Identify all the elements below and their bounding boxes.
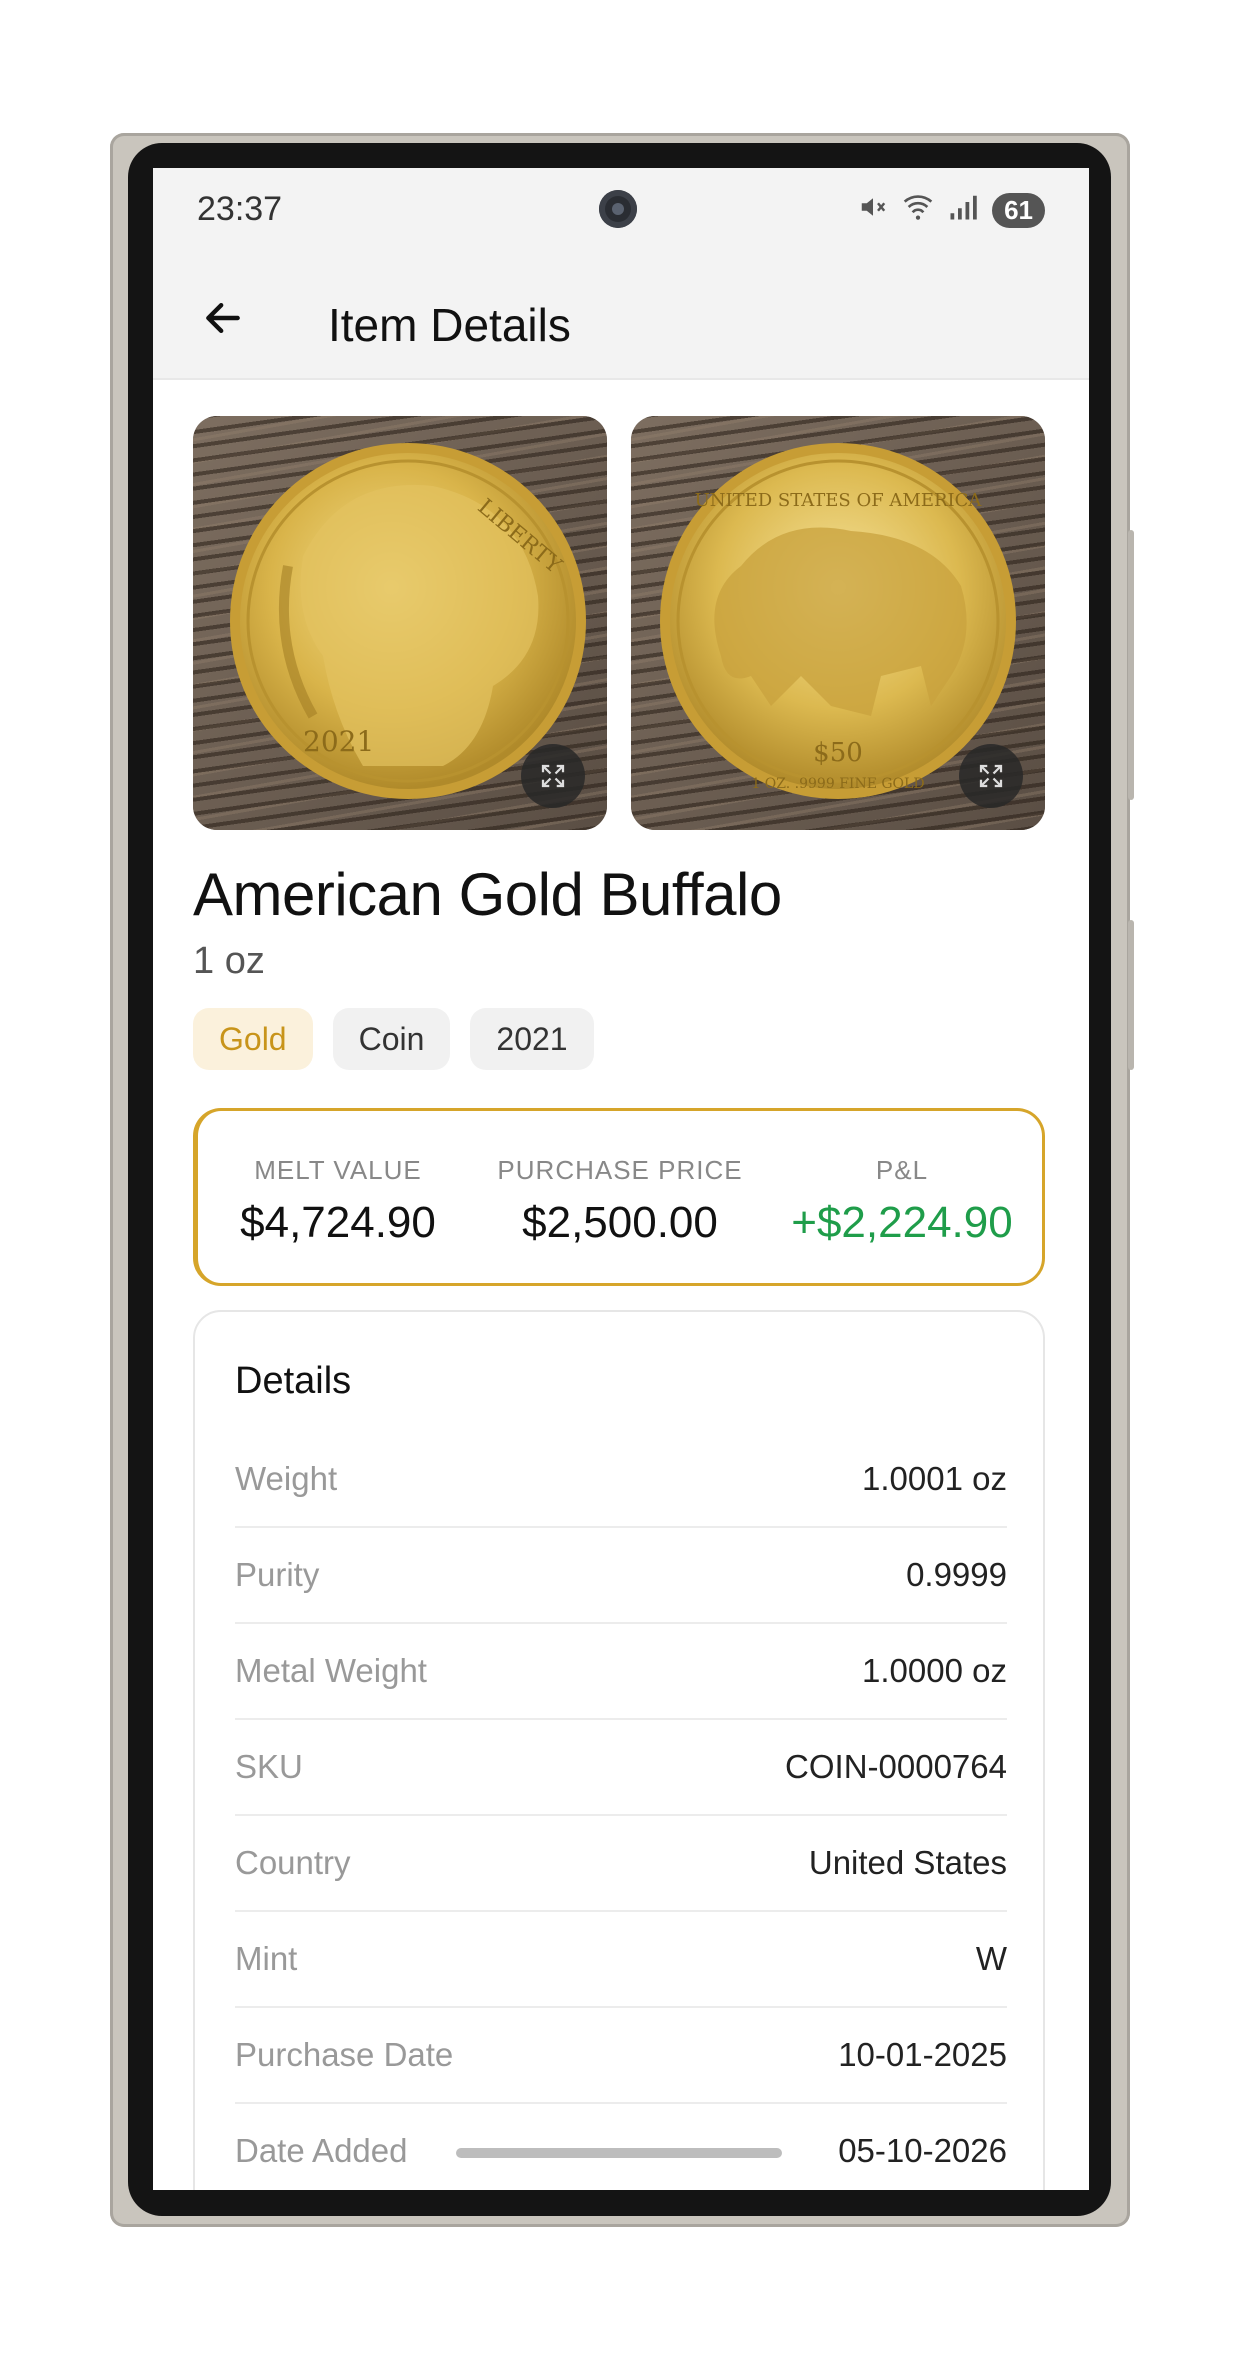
detail-key: Metal Weight — [235, 1652, 427, 1689]
expand-icon — [979, 764, 1003, 788]
detail-row-country: Country United States — [235, 1816, 1007, 1912]
pl-label: P&L — [875, 1155, 929, 1185]
detail-row-weight: Weight 1.0001 oz — [235, 1432, 1007, 1528]
detail-value: 1.0000 oz — [862, 1652, 1007, 1689]
detail-row-date-added: Date Added 05-10-2026 — [235, 2104, 1007, 2190]
detail-value: 05-10-2026 — [838, 2132, 1007, 2169]
mute-icon — [858, 192, 888, 229]
detail-value: 10-01-2025 — [838, 2036, 1007, 2073]
chip-type[interactable]: Coin — [332, 1008, 451, 1070]
photo-reverse[interactable]: UNITED STATES OF AMERICA $50 1 OZ. .9999… — [631, 416, 1045, 830]
status-bar: 23:37 61 — [153, 168, 1089, 258]
tag-chips: Gold Coin 2021 — [193, 1008, 594, 1070]
coin-year-text: 2021 — [303, 725, 374, 758]
item-name: American Gold Buffalo — [193, 861, 782, 928]
side-button-lower — [1128, 920, 1134, 1070]
side-button-upper — [1128, 530, 1134, 800]
detail-value: 1.0001 oz — [862, 1460, 1007, 1497]
detail-key: Date Added — [235, 2132, 408, 2169]
detail-value: COIN-0000764 — [785, 1748, 1007, 1785]
detail-key: Purity — [235, 1556, 320, 1593]
detail-value: 0.9999 — [906, 1556, 1007, 1593]
coin-legend-text: UNITED STATES OF AMERICA — [695, 490, 983, 511]
page-title: Item Details — [328, 299, 571, 351]
wifi-icon — [902, 193, 934, 228]
coin-inscription-text: 1 OZ. .9999 FINE GOLD — [751, 776, 924, 792]
detail-key: SKU — [235, 1748, 303, 1785]
screen: 23:37 61 Item Details LIBERTY 2021 UNITE… — [153, 168, 1089, 2190]
front-camera — [599, 190, 637, 228]
melt-value: $4,724.90 — [240, 1198, 436, 1247]
detail-row-sku: SKU COIN-0000764 — [235, 1720, 1007, 1816]
detail-row-mint: Mint W — [235, 1912, 1007, 2008]
detail-key: Country — [235, 1844, 351, 1881]
purchase-price-label: PURCHASE PRICE — [497, 1155, 743, 1185]
details-list: Weight 1.0001 oz Purity 0.9999 Metal Weigh… — [235, 1432, 1007, 2190]
home-indicator[interactable] — [456, 2148, 782, 2158]
status-time: 23:37 — [197, 190, 283, 228]
melt-value-block: MELT VALUE $4,724.90 — [198, 1155, 478, 1248]
detail-value: W — [975, 1940, 1007, 1977]
expand-icon — [541, 764, 565, 788]
expand-photo-button[interactable] — [521, 744, 585, 808]
purchase-price-block: PURCHASE PRICE $2,500.00 — [480, 1155, 760, 1248]
expand-photo-button[interactable] — [959, 744, 1023, 808]
detail-value: United States — [808, 1844, 1007, 1881]
details-card: Details Weight 1.0001 oz Purity 0.9999 Met… — [193, 1310, 1045, 2190]
detail-key: Weight — [235, 1460, 338, 1497]
coin-denomination-text: $50 — [813, 738, 863, 768]
back-arrow-icon — [206, 302, 240, 334]
back-button[interactable] — [193, 288, 253, 348]
status-icons: 61 — [858, 192, 1045, 229]
detail-key: Mint — [235, 1940, 298, 1977]
purchase-price-value: $2,500.00 — [522, 1198, 718, 1247]
detail-row-metal-weight: Metal Weight 1.0000 oz — [235, 1624, 1007, 1720]
app-bar: Item Details — [153, 258, 1089, 380]
detail-row-purchase-date: Purchase Date 10-01-2025 — [235, 2008, 1007, 2104]
value-summary-card: MELT VALUE $4,724.90 PURCHASE PRICE $2,5… — [193, 1108, 1045, 1286]
signal-icon — [948, 193, 978, 228]
chip-metal[interactable]: Gold — [193, 1008, 313, 1070]
detail-key: Purchase Date — [235, 2036, 454, 2073]
chip-year[interactable]: 2021 — [470, 1008, 594, 1070]
photo-obverse[interactable]: LIBERTY 2021 — [193, 416, 607, 830]
melt-value-label: MELT VALUE — [254, 1155, 422, 1185]
detail-row-purity: Purity 0.9999 — [235, 1528, 1007, 1624]
pl-value: +$2,224.90 — [791, 1198, 1013, 1247]
details-title: Details — [235, 1360, 352, 1402]
item-weight: 1 oz — [193, 940, 265, 982]
pl-block: P&L +$2,224.90 — [762, 1155, 1042, 1248]
battery-icon: 61 — [992, 193, 1045, 228]
